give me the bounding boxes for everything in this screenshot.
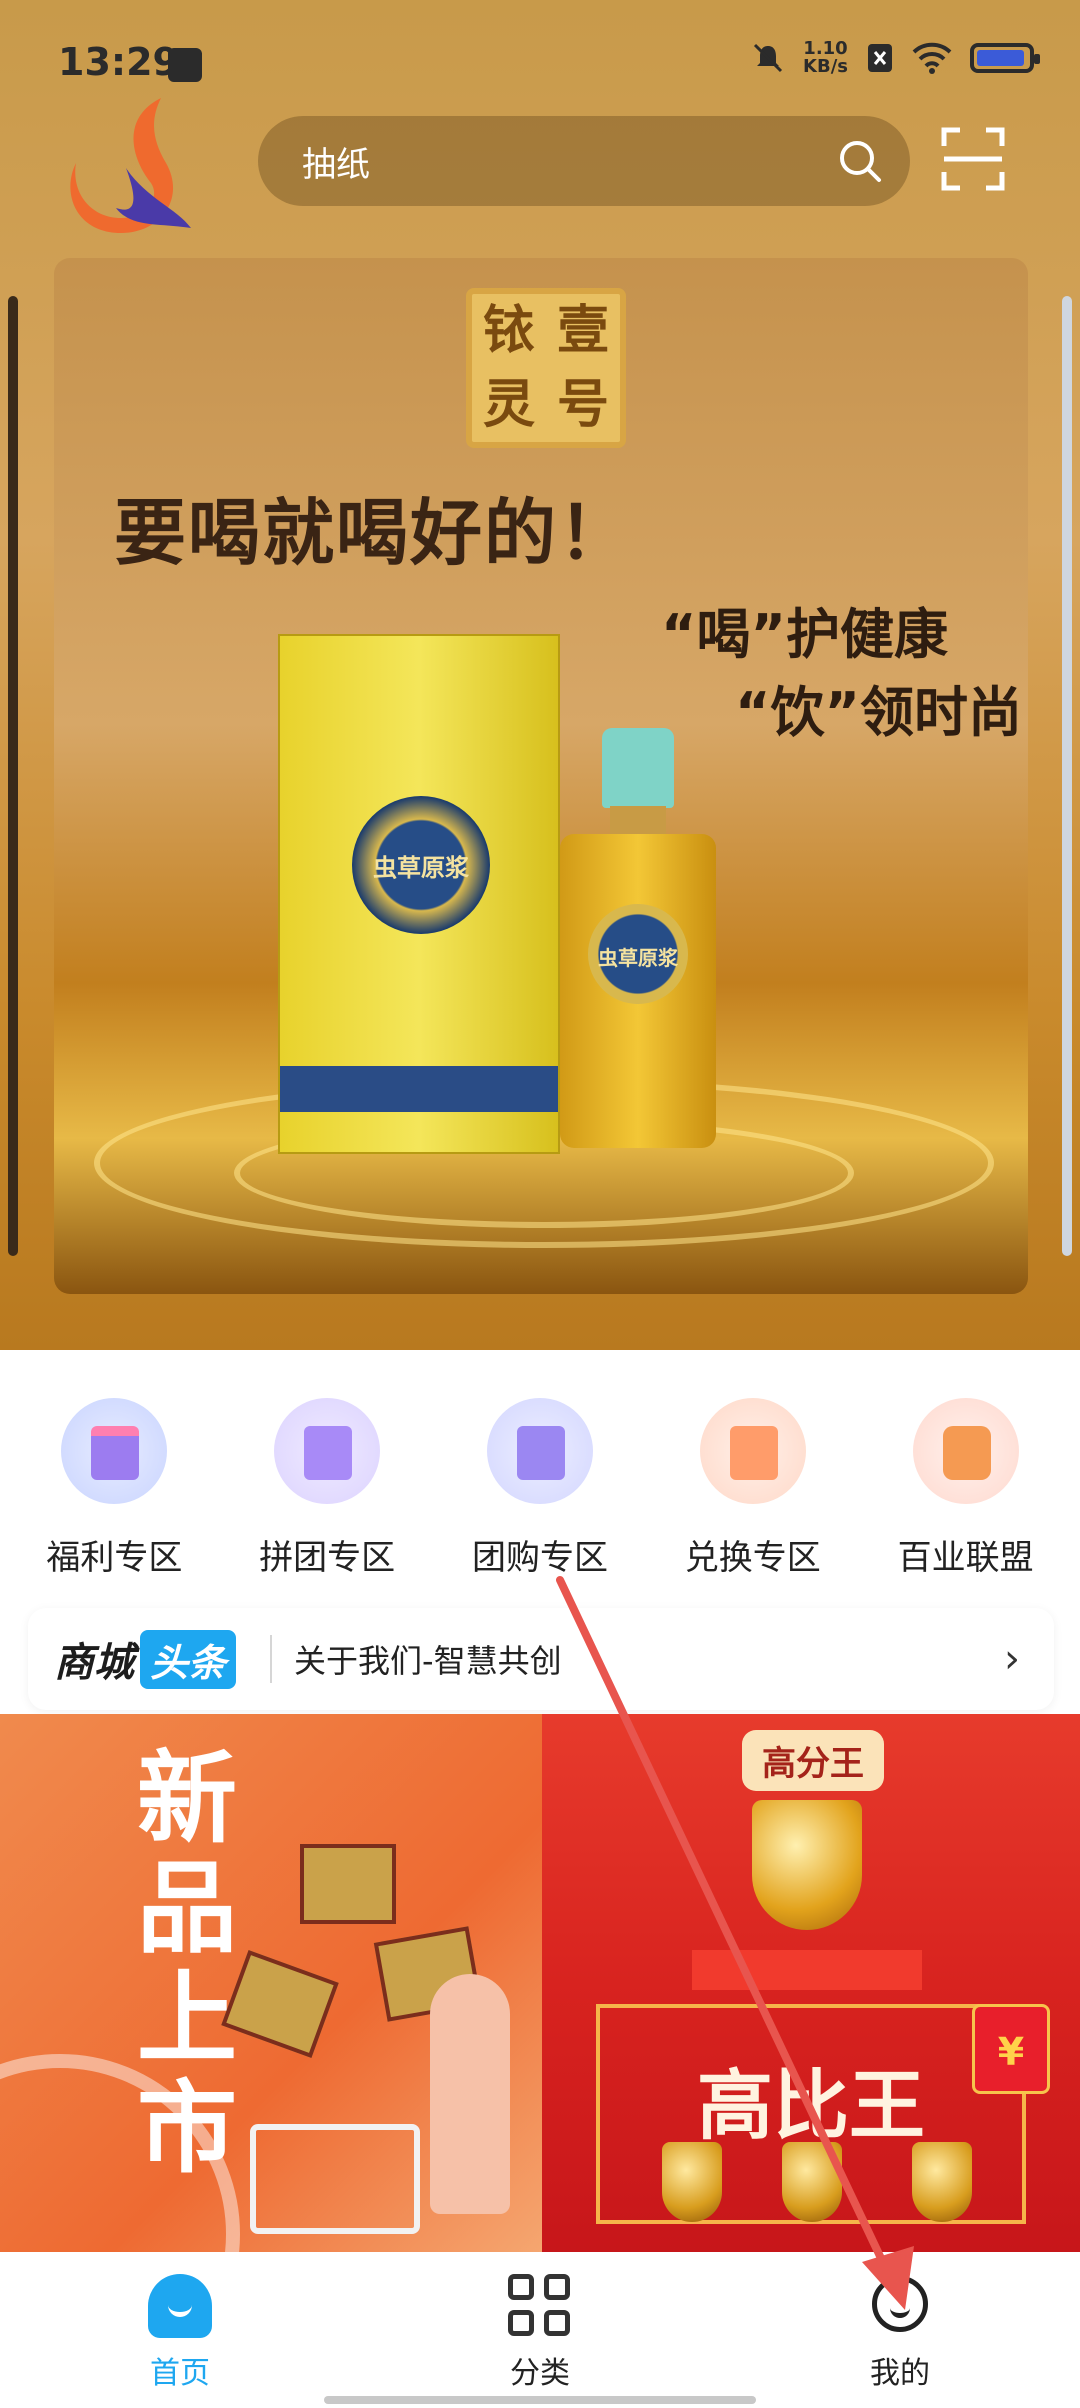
search-bar[interactable]: 抽纸 — [258, 116, 910, 206]
shopper-figure-image — [430, 1974, 510, 2214]
category-row: 福利专区 拼团专区 团购专区 兑换专区 百业联盟 — [0, 1350, 1080, 1600]
nav-label: 我的 — [870, 2356, 930, 2391]
product-box-band — [280, 1066, 558, 1112]
category-label: 福利专区 — [46, 1538, 183, 1578]
headline-brand: 商城 — [54, 1640, 134, 1686]
alliance-icon — [912, 1398, 1019, 1504]
trophy-icon — [752, 1800, 862, 1930]
network-speed: 1.10 KB/s — [803, 40, 848, 76]
profile-icon — [872, 2276, 928, 2332]
banner-subline-health: “喝”护健康 — [661, 603, 948, 666]
seal-char: 铱 — [482, 301, 535, 361]
bottom-navigation: 首页 分类 我的 — [0, 2252, 1080, 2408]
category-alliance[interactable]: 百业联盟 — [866, 1350, 1066, 1600]
carousel-next-peek[interactable] — [1062, 296, 1072, 1256]
gift-icon — [61, 1398, 168, 1504]
nav-label: 分类 — [510, 2356, 570, 2391]
app-logo[interactable] — [56, 88, 196, 238]
bottle-neck — [610, 806, 666, 836]
trophy-icon — [782, 2142, 842, 2222]
no-sim-icon — [868, 44, 892, 72]
mall-headline-strip[interactable]: 商城 头条 关于我们-智慧共创 › — [28, 1608, 1054, 1710]
high-score-title: 高比王 — [697, 2061, 925, 2150]
search-input[interactable]: 抽纸 — [302, 137, 836, 186]
new-arrivals-banner[interactable]: 新品上市 — [0, 1714, 542, 2252]
network-speed-unit: KB/s — [803, 56, 848, 77]
carousel-prev-peek[interactable] — [8, 296, 18, 1256]
headline-divider — [270, 1635, 273, 1683]
status-right: 1.10 KB/s — [751, 40, 1040, 76]
bottle-cap — [602, 728, 674, 808]
sim-card-icon — [168, 48, 202, 82]
category-welfare[interactable]: 福利专区 — [14, 1350, 214, 1600]
product-box-label: 虫草原浆 — [373, 854, 469, 882]
bottle-label-text: 虫草原浆 — [598, 946, 678, 970]
product-bottle-image: 虫草原浆 — [560, 728, 716, 1148]
new-arrivals-title: 新品上市 — [137, 1740, 237, 2187]
high-score-tag: 高分王 — [742, 1730, 884, 1791]
nav-category[interactable]: 分类 — [360, 2252, 720, 2408]
trophy-icon — [662, 2142, 722, 2222]
wifi-icon — [912, 42, 952, 74]
nav-label: 首页 — [150, 2356, 210, 2391]
category-exchange[interactable]: 兑换专区 — [653, 1350, 853, 1600]
brand-seal: 铱 壹 灵 号 — [466, 288, 626, 448]
category-label: 拼团专区 — [259, 1538, 396, 1578]
search-icon[interactable] — [836, 137, 884, 185]
headline-text[interactable]: 关于我们-智慧共创 — [294, 1636, 1004, 1682]
shopping-bag-icon — [274, 1398, 381, 1504]
shopping-bag-icon — [486, 1398, 593, 1504]
nav-profile[interactable]: 我的 — [720, 2252, 1080, 2408]
trophy-icon — [912, 2142, 972, 2222]
nav-home[interactable]: 首页 — [0, 2252, 360, 2408]
gesture-home-bar[interactable] — [324, 2396, 756, 2404]
mute-bell-icon — [753, 43, 783, 73]
exchange-icon — [699, 1398, 806, 1504]
category-group-buy-pin[interactable]: 拼团专区 — [227, 1350, 427, 1600]
status-time: 13:29 — [58, 40, 179, 84]
category-label: 百业联盟 — [897, 1538, 1034, 1578]
category-label: 团购专区 — [471, 1538, 608, 1578]
promo-carousel-banner[interactable]: 铱 壹 灵 号 要喝就喝好的！ “喝”护健康 “饮”领时尚 虫草原浆 虫草原浆 — [54, 258, 1028, 1294]
product-box-medal: 虫草原浆 — [352, 796, 490, 934]
seal-char: 壹 — [556, 301, 609, 361]
shopping-cart-image — [250, 2124, 420, 2234]
battery-icon — [970, 43, 1040, 73]
bottle-label: 虫草原浆 — [588, 904, 688, 1004]
gift-box-image — [300, 1844, 396, 1924]
banner-slogan: 要喝就喝好的！ — [114, 491, 633, 575]
category-group-purchase[interactable]: 团购专区 — [440, 1350, 640, 1600]
scan-icon[interactable] — [940, 126, 1006, 192]
product-box-image: 虫草原浆 — [278, 634, 560, 1154]
category-grid-icon — [508, 2274, 572, 2338]
banner-subline-fashion: “饮”领时尚 — [735, 681, 1022, 744]
headline-tag: 头条 — [140, 1629, 237, 1689]
seal-char: 号 — [556, 375, 609, 435]
seal-char: 灵 — [482, 375, 535, 435]
high-score-banner[interactable]: 高分王 高比王 ¥ — [542, 1714, 1080, 2252]
category-label: 兑换专区 — [684, 1538, 821, 1578]
trophy-stand — [692, 1950, 922, 1990]
red-envelope-icon: ¥ — [972, 2004, 1050, 2094]
chevron-right-icon[interactable]: › — [1004, 1636, 1020, 1682]
home-icon — [148, 2274, 212, 2338]
